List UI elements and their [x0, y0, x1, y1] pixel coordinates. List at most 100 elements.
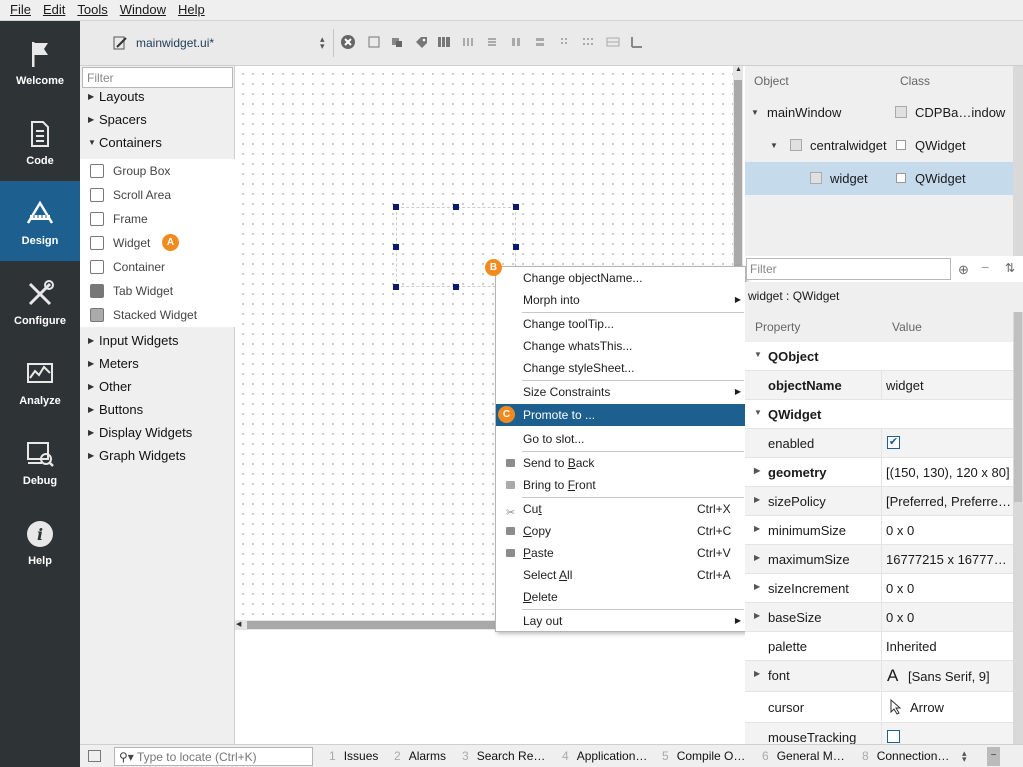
resize-handle[interactable]	[393, 204, 399, 210]
category-buttons[interactable]: ▶ Buttons	[80, 399, 235, 422]
property-basesize[interactable]: ▶ baseSize 0 x 0	[745, 603, 1013, 632]
resize-handle[interactable]	[513, 244, 519, 250]
menu-bring-to-front[interactable]: Bring to Front	[496, 474, 745, 496]
property-maximumsize[interactable]: ▶ maximumSize 16777215 x 16777…	[745, 545, 1013, 574]
toggle-sidebar-icon[interactable]	[88, 750, 101, 762]
edit-buddies-icon[interactable]	[414, 35, 428, 49]
property-group-qobject[interactable]: ▼ QObject	[745, 342, 1013, 371]
pane-compile-output[interactable]: 5 Compile O…	[662, 748, 745, 764]
property-mousetracking[interactable]: mouseTracking	[745, 723, 1013, 744]
close-document-icon[interactable]	[341, 35, 355, 49]
resize-handle[interactable]	[393, 244, 399, 250]
resize-handle[interactable]	[453, 284, 459, 290]
scrollbar-thumb[interactable]	[247, 621, 517, 629]
widget-item-scroll-area[interactable]: Scroll Area	[80, 183, 235, 207]
menu-morph-into[interactable]: Morph into ▶	[496, 289, 745, 311]
menu-change-stylesheet[interactable]: Change styleSheet...	[496, 357, 745, 379]
pane-selector-arrows-icon[interactable]: ▴ ▾	[962, 749, 967, 764]
widget-item-tab-widget[interactable]: Tab Widget	[80, 279, 235, 303]
scroll-up-arrow-icon[interactable]: ▲	[735, 66, 742, 73]
break-layout-icon[interactable]	[606, 35, 620, 49]
scrollbar-thumb[interactable]	[1014, 312, 1022, 502]
pane-search-results[interactable]: 3 Search Re…	[462, 748, 545, 764]
menu-tools[interactable]: Tools	[71, 0, 113, 20]
header-property[interactable]: Property	[755, 320, 800, 334]
menu-promote-to[interactable]: Promote to ... C	[496, 404, 745, 426]
menu-change-tooltip[interactable]: Change toolTip...	[496, 313, 745, 335]
mode-analyze[interactable]: Analyze	[0, 341, 80, 421]
minimize-pane-button[interactable]: −	[987, 747, 1000, 766]
property-sizepolicy[interactable]: ▶ sizePolicy [Preferred, Preferre…	[745, 487, 1013, 516]
tree-row-mainwindow[interactable]: ▼ mainWindow CDPBa…indow	[745, 96, 1013, 129]
widget-filter-input[interactable]: Filter	[82, 67, 233, 88]
property-sort-icon[interactable]: ⇅	[1005, 261, 1015, 275]
pane-connection[interactable]: 8 Connection…	[862, 748, 949, 764]
remove-property-icon[interactable]: −	[981, 259, 989, 275]
mode-help[interactable]: i Help	[0, 501, 80, 581]
mode-configure[interactable]: Configure	[0, 261, 80, 341]
category-input-widgets[interactable]: ▶ Input Widgets	[80, 330, 235, 353]
open-file-combo[interactable]: mainwidget.ui*	[112, 35, 214, 51]
menu-select-all[interactable]: Select All Ctrl+A	[496, 564, 745, 586]
menu-paste[interactable]: Paste Ctrl+V	[496, 542, 745, 564]
menu-edit[interactable]: Edit	[37, 0, 71, 20]
layout-vertical-icon[interactable]	[485, 35, 499, 49]
menu-lay-out[interactable]: Lay out ▶	[496, 610, 745, 632]
property-enabled[interactable]: enabled ✔	[745, 429, 1013, 458]
menu-change-whatsthis[interactable]: Change whatsThis...	[496, 335, 745, 357]
property-minimumsize[interactable]: ▶ minimumSize 0 x 0	[745, 516, 1013, 545]
category-layouts[interactable]: ▶ Layouts	[80, 86, 235, 109]
layout-vsplitter-icon[interactable]	[533, 35, 547, 49]
category-containers[interactable]: ▼ Containers	[80, 132, 235, 155]
menu-cut[interactable]: ✂ Cut Ctrl+X	[496, 498, 745, 520]
header-object[interactable]: Object	[754, 74, 789, 88]
property-sizeincrement[interactable]: ▶ sizeIncrement 0 x 0	[745, 574, 1013, 603]
mousetracking-checkbox[interactable]	[887, 730, 900, 743]
category-meters[interactable]: ▶ Meters	[80, 353, 235, 376]
mode-welcome[interactable]: Welcome	[0, 21, 80, 101]
header-class[interactable]: Class	[900, 74, 930, 88]
layout-hsplitter-icon[interactable]	[509, 35, 523, 49]
property-geometry[interactable]: ▶ geometry [(150, 130), 120 x 80]	[745, 458, 1013, 487]
pane-issues[interactable]: 1 Issues	[329, 748, 378, 764]
menu-send-to-back[interactable]: Send to Back	[496, 452, 745, 474]
menu-size-constraints[interactable]: Size Constraints ▶	[496, 381, 745, 403]
layout-form-icon[interactable]	[557, 35, 571, 49]
widget-item-widget[interactable]: Widget A	[80, 231, 235, 255]
property-font[interactable]: ▶ font A [Sans Serif, 9]	[745, 661, 1013, 692]
menu-change-objectname[interactable]: Change objectName...	[496, 267, 745, 289]
enabled-checkbox[interactable]: ✔	[887, 436, 900, 449]
mode-code[interactable]: Code	[0, 101, 80, 181]
pane-alarms[interactable]: 2 Alarms	[394, 748, 446, 764]
menu-window[interactable]: Window	[114, 0, 172, 20]
menu-delete[interactable]: Delete	[496, 586, 745, 608]
pane-application-output[interactable]: 4 Application…	[562, 748, 647, 764]
category-other[interactable]: ▶ Other	[80, 376, 235, 399]
widget-item-stacked-widget[interactable]: Stacked Widget	[80, 303, 235, 327]
combo-arrows-icon[interactable]: ▴ ▾	[320, 35, 325, 51]
menu-copy[interactable]: Copy Ctrl+C	[496, 520, 745, 542]
resize-handle[interactable]	[393, 284, 399, 290]
resize-handle[interactable]	[453, 204, 459, 210]
tree-row-centralwidget[interactable]: ▼ centralwidget QWidget	[745, 129, 1013, 162]
tree-row-widget[interactable]: widget QWidget	[745, 162, 1013, 195]
edit-widgets-icon[interactable]	[367, 35, 381, 49]
edit-signals-icon[interactable]	[390, 35, 404, 49]
widget-item-group-box[interactable]: Group Box	[80, 159, 235, 183]
menu-go-to-slot[interactable]: Go to slot...	[496, 428, 745, 450]
menu-file[interactable]: File	[4, 0, 37, 20]
widget-item-container[interactable]: Container	[80, 255, 235, 279]
header-value[interactable]: Value	[892, 320, 922, 334]
category-display-widgets[interactable]: ▶ Display Widgets	[80, 422, 235, 445]
mode-design[interactable]: Design	[0, 181, 80, 261]
object-inspector-scrollbar[interactable]	[1013, 66, 1023, 256]
menu-help[interactable]: Help	[172, 0, 211, 20]
mode-debug[interactable]: Debug	[0, 421, 80, 501]
adjust-size-icon[interactable]	[629, 35, 643, 49]
scroll-left-arrow-icon[interactable]: ◀	[236, 620, 241, 628]
edit-taborder-icon[interactable]	[437, 35, 451, 49]
category-graph-widgets[interactable]: ▶ Graph Widgets	[80, 445, 235, 468]
widget-item-frame[interactable]: Frame	[80, 207, 235, 231]
layout-grid-icon[interactable]	[581, 35, 595, 49]
layout-horizontal-icon[interactable]	[461, 35, 475, 49]
